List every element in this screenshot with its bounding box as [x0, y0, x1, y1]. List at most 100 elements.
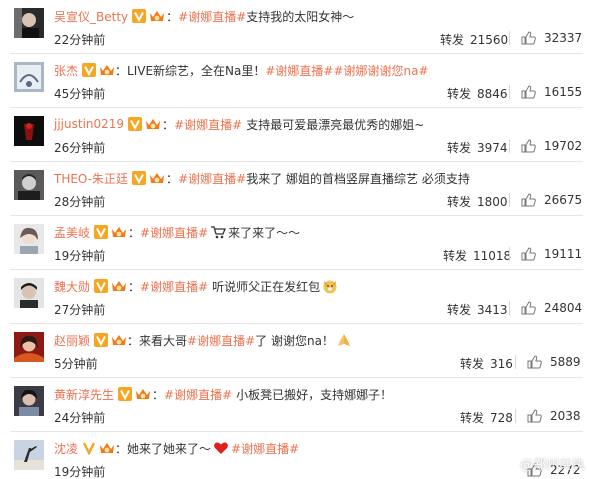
repost-button[interactable]: 转发 1800 [447, 193, 508, 210]
username[interactable]: 张杰 [54, 62, 78, 79]
thumbs-up-icon [521, 31, 536, 45]
repost-label: 转发 [460, 411, 485, 425]
repost-button[interactable]: 转发 3974 [447, 139, 508, 156]
repost-label: 转发 [447, 303, 472, 317]
comment-row: 沈凌 ：她来了她来了～ #谢娜直播# 19分钟前 2272 [0, 432, 589, 479]
username[interactable]: jjjustin0219 [54, 117, 124, 131]
praying-hands-emoji-icon [337, 334, 350, 346]
repost-button[interactable]: 转发 316 [460, 355, 513, 372]
hashtag-link[interactable]: #谢娜直播# [178, 170, 246, 187]
comment-text: 小板凳已搬好，支持娜娜子！ [236, 387, 393, 402]
like-button[interactable]: 26675 [521, 193, 582, 207]
member-crown-icon [112, 281, 127, 291]
hashtag-link[interactable]: #谢娜直播# [174, 116, 242, 133]
repost-button[interactable]: 转发 728 [460, 409, 513, 426]
timestamp: 26分钟前 [54, 141, 106, 155]
timestamp: 45分钟前 [54, 87, 106, 101]
thumbs-up-icon [521, 139, 536, 153]
repost-count: 3974 [477, 141, 508, 155]
thumbs-up-icon [521, 193, 536, 207]
verified-badge-icon [132, 9, 147, 23]
timestamp: 19分钟前 [54, 249, 106, 263]
username[interactable]: 吴宣仪_Betty [54, 8, 128, 25]
comment-row: 孟美岐 ： #谢娜直播# 来了来了～～ 19分钟前 转发 11018 19111 [0, 216, 589, 270]
repost-count: 316 [490, 357, 513, 371]
hashtag-link[interactable]: #谢娜直播# [178, 8, 246, 25]
like-button[interactable]: 2038 [527, 409, 581, 423]
timestamp: 27分钟前 [54, 303, 106, 317]
divider [515, 355, 516, 369]
repost-label: 转发 [447, 87, 472, 101]
timestamp: 22分钟前 [54, 33, 106, 47]
divider [509, 247, 510, 261]
hashtag-link[interactable]: #谢娜直播# [231, 440, 299, 457]
divider [515, 409, 516, 423]
comment-text: 听说师父正在发红包 [212, 279, 321, 294]
username[interactable]: 赵丽颖 [54, 332, 90, 349]
username[interactable]: THEO-朱正廷 [54, 170, 128, 187]
avatar[interactable] [14, 116, 44, 146]
verified-badge-icon [128, 117, 143, 131]
member-crown-icon [150, 11, 165, 21]
like-button[interactable]: 24804 [521, 301, 582, 315]
avatar[interactable] [14, 224, 44, 254]
comment-row: jjjustin0219 ： #谢娜直播# 支持最可爱最漂亮最优秀的娜姐~ 26… [0, 108, 589, 162]
like-button[interactable]: 32337 [521, 31, 582, 45]
thumbs-up-icon [521, 85, 536, 99]
timestamp: 5分钟前 [54, 357, 98, 371]
verified-badge-icon [82, 442, 96, 455]
repost-button[interactable]: 转发 3413 [447, 301, 508, 318]
like-button[interactable]: 19702 [521, 139, 582, 153]
comment-feed: 吴宣仪_Betty ： #谢娜直播# 支持我的太阳女神～ 22分钟前 转发 215… [0, 0, 589, 479]
hashtag-link[interactable]: #谢娜直播# [140, 278, 208, 295]
member-crown-icon [150, 173, 165, 183]
hashtag-link[interactable]: #谢娜直播# [140, 224, 208, 241]
divider [509, 301, 510, 315]
repost-label: 转发 [440, 33, 465, 47]
repost-button[interactable]: 转发 8846 [447, 85, 508, 102]
member-crown-icon [100, 65, 115, 75]
like-button[interactable]: 5889 [527, 355, 581, 369]
thumbs-up-icon [521, 247, 536, 261]
repost-count: 728 [490, 411, 513, 425]
hashtag-link[interactable]: #谢娜直播# [164, 386, 232, 403]
repost-label: 转发 [460, 357, 485, 371]
avatar[interactable] [14, 8, 44, 38]
like-count: 24804 [544, 301, 583, 315]
username[interactable]: 黄新淳先生 [54, 386, 114, 403]
avatar[interactable] [14, 386, 44, 416]
comment-text: 我来了 娜姐的首档竖屏直播综艺 必须支持 [246, 171, 470, 186]
avatar[interactable] [14, 278, 44, 308]
hashtag-link[interactable]: #谢娜直播# [187, 332, 255, 349]
hashtag-link[interactable]: #谢娜直播# [265, 62, 333, 79]
like-button[interactable]: 19111 [521, 247, 582, 261]
repost-button[interactable]: 转发 21560 [440, 31, 508, 48]
repost-count: 21560 [470, 33, 509, 47]
repost-label: 转发 [447, 141, 472, 155]
comment-row: 黄新淳先生 ： #谢娜直播# 小板凳已搬好，支持娜娜子！ 24分钟前 转发 728… [0, 378, 589, 432]
verified-badge-icon [82, 63, 97, 77]
comment-row: 吴宣仪_Betty ： #谢娜直播# 支持我的太阳女神～ 22分钟前 转发 215… [0, 0, 589, 54]
repost-button[interactable]: 转发 11018 [443, 247, 511, 264]
repost-label: 转发 [447, 195, 472, 209]
username[interactable]: 孟美岐 [54, 224, 90, 241]
like-button[interactable]: 16155 [521, 85, 582, 99]
like-count: 19111 [544, 247, 583, 261]
verified-badge-icon [94, 279, 109, 293]
avatar[interactable] [14, 62, 44, 92]
like-count: 26675 [544, 193, 583, 207]
red-heart-emoji-icon [214, 442, 228, 454]
avatar[interactable] [14, 440, 44, 470]
divider [509, 139, 510, 153]
timestamp: 19分钟前 [54, 465, 106, 479]
like-count: 32337 [544, 31, 583, 45]
avatar[interactable] [14, 170, 44, 200]
username[interactable]: 沈凌 [54, 440, 78, 457]
comment-text: ：来看大哥 [127, 333, 188, 348]
comment-text-2: 了 谢谢您na！ [255, 333, 334, 348]
hashtag-link-2[interactable]: #谢娜谢谢您na# [334, 62, 429, 79]
avatar[interactable] [14, 332, 44, 362]
divider [509, 85, 510, 99]
repost-count: 3413 [477, 303, 508, 317]
username[interactable]: 魏大勋 [54, 278, 90, 295]
